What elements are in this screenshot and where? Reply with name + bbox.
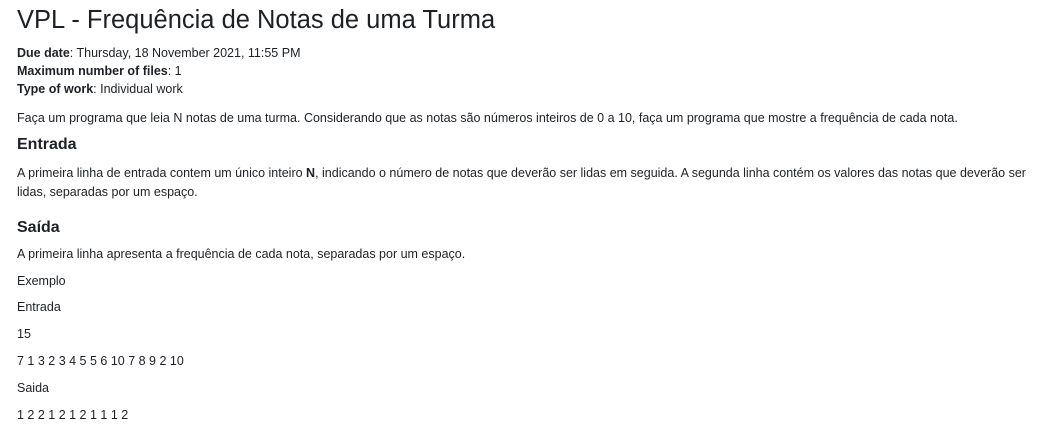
entrada-text-part1: A primeira linha de entrada contem um ún… [17, 166, 307, 180]
example-n-value: 15 [17, 327, 31, 341]
max-files-label: Maximum number of files [17, 64, 168, 78]
type-of-work-row: Type of work: Individual work [17, 80, 183, 98]
entrada-paragraph-line2: lidas, separadas por um espaço. [17, 185, 198, 199]
exemplo-label: Exemplo [17, 274, 66, 288]
saida-heading: Saída [17, 219, 60, 236]
entrada-heading: Entrada [17, 136, 77, 153]
example-saida-label: Saida [17, 381, 49, 395]
due-date-label: Due date [17, 46, 70, 60]
entrada-text-bold: N [306, 166, 316, 180]
example-entrada-label: Entrada [17, 300, 61, 314]
max-files-value: : 1 [167, 64, 182, 78]
due-date-row: Due date: Thursday, 18 November 2021, 11… [17, 44, 300, 62]
type-of-work-value: : Individual work [93, 82, 183, 96]
example-notes-value: 7 1 3 2 3 4 5 5 6 10 7 8 9 2 10 [17, 354, 184, 368]
page-title: VPL - Frequência de Notas de uma Turma [17, 6, 496, 34]
max-files-row: Maximum number of files: 1 [17, 62, 182, 80]
example-output-value: 1 2 2 1 2 1 2 1 1 1 2 [17, 408, 129, 422]
entrada-text-part2: , indicando o número de notas que deverã… [315, 166, 1026, 180]
type-of-work-label: Type of work [17, 82, 94, 96]
due-date-value: : Thursday, 18 November 2021, 11:55 PM [69, 46, 301, 60]
intro-paragraph: Faça um programa que leia N notas de uma… [17, 111, 958, 125]
saida-paragraph: A primeira linha apresenta a frequência … [17, 247, 466, 261]
entrada-paragraph-line1: A primeira linha de entrada contem um ún… [17, 164, 1026, 183]
